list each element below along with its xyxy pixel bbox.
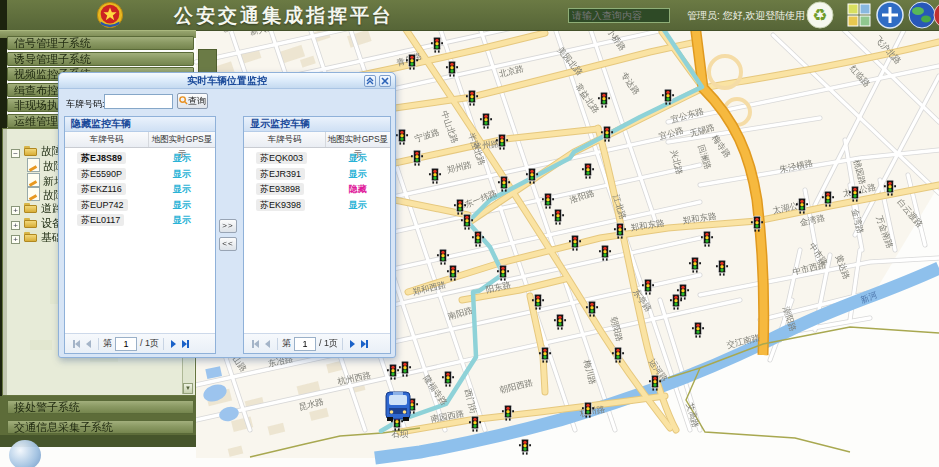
bus-icon[interactable]: [386, 392, 410, 421]
page-label: 第: [282, 337, 291, 350]
gps-toggle-link[interactable]: 隐藏: [349, 184, 367, 194]
gps-toggle-link[interactable]: 显示: [173, 215, 191, 225]
add-icon[interactable]: [876, 1, 904, 29]
folder-icon: [24, 203, 38, 214]
vehicle-row[interactable]: 苏EKZ116 显示: [65, 182, 215, 198]
vehicle-row[interactable]: 苏EUP742 显示: [65, 198, 215, 214]
layers-grid-icon[interactable]: [845, 1, 873, 29]
header-search-input[interactable]: [568, 8, 670, 23]
col-header-plate: 车牌号码: [65, 132, 149, 147]
road-label: 石坝: [392, 429, 410, 439]
prev-page-icon[interactable]: [265, 340, 270, 348]
page-input[interactable]: [294, 337, 316, 351]
plate-number: 苏EL0117: [77, 214, 124, 226]
folder-icon: [24, 218, 38, 229]
gps-toggle-link[interactable]: 显示: [349, 153, 367, 163]
hidden-vehicles-panel: 隐藏监控车辆 车牌号码 地图实时GPS显示 苏EJ8S89显示苏E5590P显示…: [64, 116, 216, 354]
application-window: 青岛路中山北路北京路美园北路常益北路常州路宁波路半泾北路郑州路华东一纬路洛阳路江…: [0, 0, 939, 467]
page-total: / 1页: [140, 337, 159, 350]
police-emblem-logo: [96, 1, 124, 29]
next-page-icon[interactable]: [171, 340, 176, 348]
shown-vehicles-title: 显示监控车辆: [244, 117, 390, 132]
globe-icon[interactable]: [908, 1, 936, 29]
vehicle-row[interactable]: 苏EJR391 显示: [244, 167, 390, 183]
first-page-icon[interactable]: [73, 340, 80, 348]
plate-number: 苏EK9398: [256, 199, 305, 211]
document-icon: [27, 158, 40, 172]
app-title: 公安交通集成指挥平台: [174, 3, 394, 29]
welcome-text: 管理员: 您好,欢迎登陆使用: [687, 9, 805, 23]
last-page-icon[interactable]: [182, 340, 189, 348]
page-input[interactable]: [115, 337, 137, 351]
vehicle-row[interactable]: 苏E5590P 显示: [65, 167, 215, 183]
shown-vehicles-panel: 显示监控车辆 车牌号码 地图实时GPS显示 苏EQK003显示苏EJR391显示…: [243, 116, 391, 354]
gps-toggle-link[interactable]: 显示: [173, 184, 191, 194]
document-icon: [27, 173, 40, 187]
folder-icon: [24, 146, 38, 157]
plate-number: 苏E5590P: [77, 168, 126, 180]
pagination-bar: 第 / 1页: [244, 333, 390, 353]
plate-number: 苏EKZ116: [77, 183, 126, 195]
col-header-gps: 地图实时GPS显示: [149, 132, 215, 147]
page-total: / 1页: [319, 337, 338, 350]
plate-number: 苏EUP742: [77, 199, 128, 211]
gps-toggle-link[interactable]: 显示: [349, 200, 367, 210]
collapse-icon[interactable]: [364, 75, 376, 87]
vehicle-row[interactable]: 苏EJ8S89 显示: [65, 151, 215, 167]
vehicle-monitor-dialog: 实时车辆位置监控 车牌号码: 查询 隐藏监控车辆 车牌号码 地图实时GPS显示 …: [58, 72, 396, 358]
move-left-button[interactable]: <<: [219, 237, 237, 251]
close-icon[interactable]: [379, 75, 391, 87]
col-header-plate: 车牌号码: [244, 132, 326, 147]
plate-number-input[interactable]: [104, 94, 173, 109]
tree-expander-icon[interactable]: +: [11, 235, 20, 244]
vehicle-row[interactable]: 苏EL0117 显示: [65, 213, 215, 229]
first-page-icon[interactable]: [252, 340, 259, 348]
svg-text:♻: ♻: [812, 6, 827, 25]
recycle-icon[interactable]: ♻: [806, 1, 834, 29]
col-header-gps: 地图实时GPS显示: [326, 132, 390, 147]
plate-number: 苏EJR391: [256, 168, 305, 180]
prev-page-icon[interactable]: [86, 340, 91, 348]
last-page-icon[interactable]: [361, 340, 368, 348]
vehicle-row[interactable]: 苏EQK003 显示: [244, 151, 390, 167]
folder-icon: [24, 232, 38, 243]
plate-number: 苏EJ8S89: [77, 152, 126, 164]
sidebar-item[interactable]: 诱导管理子系统: [7, 52, 194, 66]
plate-number-label: 车牌号码:: [66, 98, 105, 111]
hidden-vehicles-title: 隐藏监控车辆: [65, 117, 215, 132]
vehicle-row[interactable]: 苏EK9398 显示: [244, 198, 390, 214]
gps-toggle-link[interactable]: 显示: [173, 169, 191, 179]
gps-toggle-link[interactable]: 显示: [173, 153, 191, 163]
plate-number: 苏E93898: [256, 183, 304, 195]
corner-orb: [9, 440, 41, 467]
sidebar-item[interactable]: 信号管理子系统: [7, 36, 194, 50]
gps-toggle-link[interactable]: 显示: [173, 200, 191, 210]
next-page-icon[interactable]: [350, 340, 355, 348]
scroll-down-button[interactable]: ▼: [183, 383, 193, 394]
move-right-button[interactable]: >>: [219, 219, 237, 233]
vehicle-row[interactable]: 苏E93898 隐藏: [244, 182, 390, 198]
document-icon: [27, 187, 40, 201]
gps-toggle-link[interactable]: 显示: [349, 169, 367, 179]
tree-expander-icon[interactable]: +: [11, 206, 20, 215]
alarm-icon[interactable]: [933, 1, 939, 29]
plate-number: 苏EQK003: [256, 152, 307, 164]
sidebar-item[interactable]: 交通信息采集子系统: [7, 420, 194, 434]
sidebar-item[interactable]: 接处警子系统: [7, 400, 194, 414]
search-button[interactable]: 查询: [177, 93, 208, 109]
dialog-title[interactable]: 实时车辆位置监控: [59, 73, 395, 89]
page-label: 第: [103, 337, 112, 350]
tree-expander-icon[interactable]: −: [11, 149, 20, 158]
tree-expander-icon[interactable]: +: [11, 221, 20, 230]
pagination-bar: 第 / 1页: [65, 333, 215, 353]
